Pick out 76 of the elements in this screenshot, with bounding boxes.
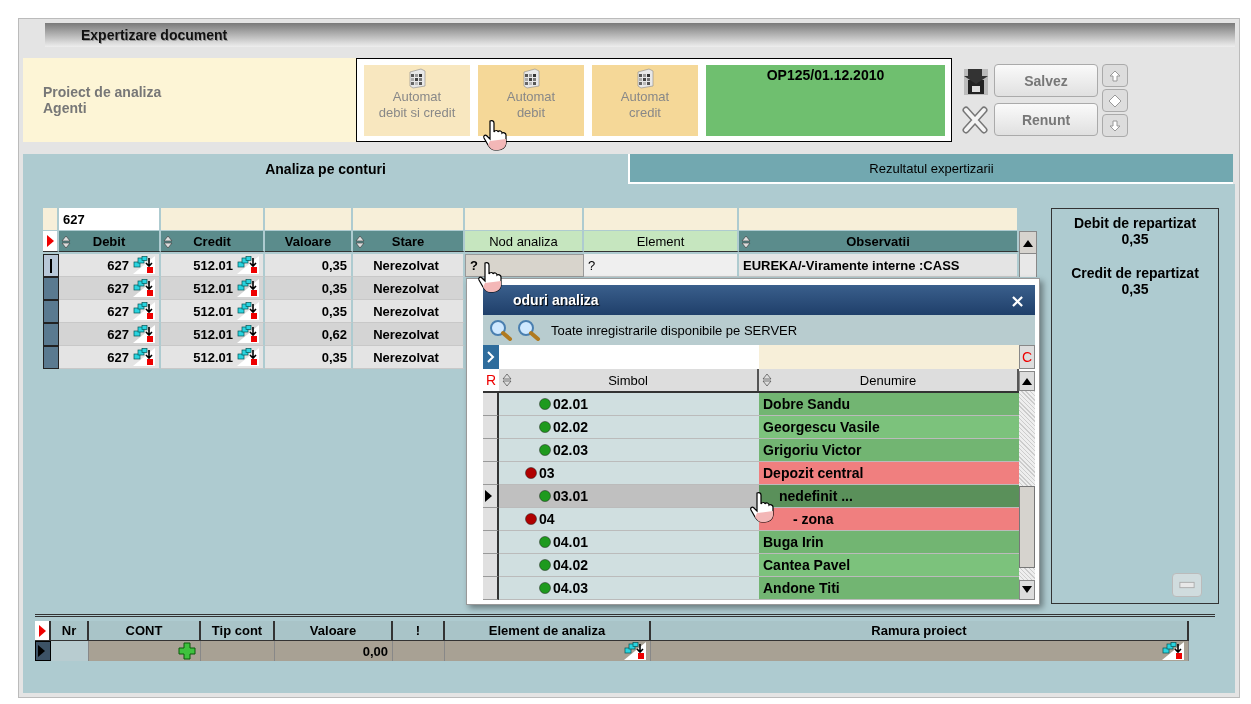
column-header[interactable]: Denumire — [759, 369, 1019, 391]
table-cell: 0,35 — [265, 300, 353, 323]
table-cell: Buga Irin — [763, 534, 824, 550]
summary-value: 0,35 — [1121, 231, 1149, 247]
table-cell: 0,35 — [265, 254, 353, 277]
table-cell: 512.01 — [161, 254, 265, 277]
table-cell: Dobre Sandu — [763, 396, 851, 412]
column-marker: C — [1019, 345, 1035, 369]
table-cell: 627 — [59, 323, 161, 346]
project-label: Proiect de analiza — [43, 84, 163, 100]
table-cell: 02.01 — [553, 396, 589, 412]
filter-field[interactable]: 627 — [59, 208, 161, 230]
table-cell: nedefinit ... — [779, 488, 853, 504]
table-cell: Cantea Pavel — [763, 557, 851, 573]
table-cell: Nerezolvat — [353, 346, 465, 369]
table-cell: - zona — [793, 511, 834, 527]
table-cell: 627 — [59, 300, 161, 323]
table-cell: Andone Titi — [763, 580, 840, 596]
table-cell: 627 — [59, 277, 161, 300]
table-cell: 627 — [59, 254, 161, 277]
close-button[interactable]: × — [1007, 289, 1027, 311]
row-marker: R — [484, 371, 498, 390]
table-cell: Grigoriu Victor — [763, 442, 862, 458]
column-header[interactable]: Element — [584, 231, 739, 252]
project-name: Agenti — [43, 100, 88, 116]
table-cell: 04.01 — [553, 534, 589, 550]
summary-value: 0,35 — [1121, 281, 1149, 297]
column-header[interactable]: Stare — [353, 231, 465, 252]
table-cell: 04.02 — [553, 557, 589, 573]
tab[interactable]: Analiza pe conturi — [23, 154, 628, 184]
column-header[interactable]: Simbol — [499, 369, 759, 391]
table-cell: 627 — [59, 346, 161, 369]
filter-label: Toate inregistrarile disponibile pe SERVER — [551, 322, 798, 338]
column-header[interactable]: Observatii — [739, 231, 1019, 252]
document-label: OP125/01.12.2010 — [706, 65, 945, 136]
table-cell: 0,62 — [265, 323, 353, 346]
save-button[interactable]: Salvez — [994, 64, 1098, 97]
column-header[interactable]: Debit — [59, 231, 161, 252]
summary-label: Credit de repartizat — [1071, 265, 1199, 281]
table-cell: Nerezolvat — [353, 254, 465, 277]
column-header[interactable]: Nod analiza — [465, 231, 584, 252]
dialog-title: oduri analiza — [513, 292, 599, 308]
column-header[interactable]: Ramura proiect — [651, 621, 1189, 641]
summary-label: Debit de repartizat — [1073, 215, 1197, 231]
table-cell: 04 — [539, 511, 555, 527]
column-header[interactable]: Nr — [51, 621, 89, 641]
table-cell: Georgescu Vasile — [763, 419, 880, 435]
table-cell: 512.01 — [161, 277, 265, 300]
column-header[interactable]: Tip cont — [201, 621, 275, 641]
table-cell: ? — [465, 254, 584, 277]
tab[interactable]: Rezultatul expertizarii — [628, 154, 1233, 184]
table-cell: 02.02 — [553, 419, 589, 435]
table-cell: 03 — [539, 465, 555, 481]
column-header[interactable]: Valoare — [265, 231, 353, 252]
table-cell: Nerezolvat — [353, 323, 465, 346]
column-header[interactable]: Valoare — [275, 621, 393, 641]
table-cell: 512.01 — [161, 300, 265, 323]
table-cell: ? — [584, 254, 739, 277]
table-cell: 512.01 — [161, 323, 265, 346]
table-cell: EUREKA/-Viramente interne :CASS — [739, 254, 1019, 277]
table-cell: 0,35 — [265, 277, 353, 300]
table-cell: 04.03 — [553, 580, 589, 596]
table-cell: 512.01 — [161, 346, 265, 369]
column-header[interactable]: Element de analiza — [445, 621, 651, 641]
window-title: Expertizare document — [81, 27, 228, 43]
table-cell: 0,35 — [265, 346, 353, 369]
table-cell: Depozit central — [763, 465, 864, 481]
table-cell: 03.01 — [553, 488, 589, 504]
column-header[interactable]: CONT — [89, 621, 201, 641]
column-header[interactable]: ! — [393, 621, 445, 641]
cancel-button[interactable]: Renunt — [994, 103, 1098, 136]
table-cell: Nerezolvat — [353, 277, 465, 300]
table-cell: Nerezolvat — [353, 300, 465, 323]
table-cell: 0,00 — [275, 641, 393, 661]
column-header[interactable]: Credit — [161, 231, 265, 252]
table-cell: 02.03 — [553, 442, 589, 458]
